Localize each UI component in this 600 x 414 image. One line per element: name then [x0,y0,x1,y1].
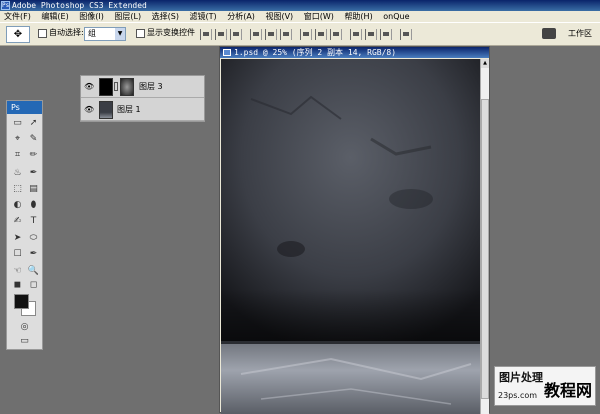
title-bar: Ps Adobe Photoshop CS3 Extended [0,0,600,11]
layer-name: 图层 3 [139,82,163,91]
layer-mask-thumbnail [120,78,134,96]
app-icon: Ps [1,1,10,10]
distribute-hcenter-icon[interactable] [365,29,377,40]
menu-image[interactable]: 图像(I) [75,11,108,22]
eyedropper-tool-icon[interactable]: 🔍 [26,265,41,278]
distribute-vcenter-icon[interactable] [315,29,327,40]
quick-mask-icon[interactable]: ◎ [17,321,32,334]
move-tool-icon[interactable]: ➚ [26,117,41,130]
watermark-logo: 图片处理 教程网 23ps.com [494,366,596,406]
show-transform-label: 显示变换控件 [147,28,195,37]
align-vcenter-icon[interactable] [215,29,227,40]
auto-align-icon[interactable] [400,29,412,40]
watermark-title: 图片处理 [499,371,543,384]
layer-thumbnail [99,78,113,96]
menu-analysis[interactable]: 分析(A) [223,11,259,22]
crop-tool-icon[interactable]: ⌗ [10,149,25,162]
menu-file[interactable]: 文件(F) [0,11,35,22]
slice-tool-icon[interactable]: ✏ [26,149,41,162]
watermark-big: 教程网 [544,381,593,400]
align-hcenter-icon[interactable] [265,29,277,40]
auto-select-label: 自动选择: [49,28,84,37]
distribute-right-icon[interactable] [380,29,392,40]
lasso-tool-icon[interactable]: ⌖ [10,133,25,146]
link-icon [114,82,118,91]
eye-icon[interactable]: 👁 [84,82,94,91]
brush-tool-icon[interactable]: ✒ [26,167,41,180]
eye-icon[interactable]: 👁 [84,105,94,114]
magic-wand-tool-icon[interactable]: ✎ [26,133,41,146]
layer-row[interactable]: 👁 图层 3 [81,76,204,98]
distribute-top-icon[interactable] [300,29,312,40]
menu-view[interactable]: 视图(V) [261,11,297,22]
auto-select-dropdown[interactable]: 组 ▼ [84,27,126,41]
options-bar: ✥ 自动选择: 组 ▼ 显示变换控件 工作区 [0,22,600,46]
hand-tool-icon[interactable]: ◼ [10,279,25,292]
document-canvas[interactable] [221,59,480,414]
notes-tool-icon[interactable]: ☜ [10,265,25,278]
document-title-bar[interactable]: 1.psd @ 25% (序列 2 副本 14, RGB/8) [220,47,489,58]
workspace-button[interactable]: 工作区 [568,28,592,39]
chevron-down-icon: ▼ [115,28,125,40]
show-transform-checkbox[interactable] [136,29,145,38]
layer-row[interactable]: 👁 图层 1 [81,99,204,121]
healing-brush-tool-icon[interactable]: ♨ [10,167,25,180]
distribute-left-icon[interactable] [350,29,362,40]
marquee-tool-icon[interactable]: ▭ [10,117,25,130]
menu-layer[interactable]: 图层(L) [110,11,145,22]
document-window: 1.psd @ 25% (序列 2 副本 14, RGB/8) ▲ [219,46,490,414]
align-right-icon[interactable] [280,29,292,40]
workspace-icon[interactable] [542,28,556,39]
foreground-color-swatch[interactable] [14,294,29,309]
menu-filter[interactable]: 滤镜(T) [186,11,221,22]
watermark-url: 23ps.com [498,391,538,400]
menu-select[interactable]: 选择(S) [148,11,183,22]
blur-tool-icon[interactable]: ✍ [10,215,25,228]
menu-edit[interactable]: 编辑(E) [37,11,72,22]
scroll-up-icon[interactable]: ▲ [481,59,489,68]
menu-bar: 文件(F) 编辑(E) 图像(I) 图层(L) 选择(S) 滤镜(T) 分析(A… [0,11,600,22]
align-top-icon[interactable] [200,29,212,40]
align-bottom-icon[interactable] [230,29,242,40]
path-select-tool-icon[interactable]: ☐ [10,248,25,261]
history-brush-tool-icon[interactable]: ▤ [26,183,41,196]
vertical-scrollbar[interactable]: ▲ [480,59,489,414]
pen-tool-icon[interactable]: ➤ [10,232,25,245]
auto-select-value: 组 [88,29,96,38]
shape-tool-icon[interactable]: ✒ [26,248,41,261]
menu-extra[interactable]: onQue [379,11,413,22]
layers-panel: 👁 图层 3 👁 图层 1 [80,75,205,122]
auto-select-checkbox[interactable] [38,29,47,38]
scroll-thumb[interactable] [481,99,489,399]
document-icon [223,49,231,56]
align-left-icon[interactable] [250,29,262,40]
screen-mode-icon[interactable]: ▭ [17,335,32,348]
type-tool-icon[interactable]: ⬭ [26,232,41,245]
canvas-image [221,59,480,414]
menu-help[interactable]: 帮助(H) [340,11,376,22]
move-tool-preset[interactable]: ✥ [6,26,30,43]
gradient-tool-icon[interactable]: ⬮ [26,199,41,212]
dodge-tool-icon[interactable]: T [26,215,41,228]
distribute-bottom-icon[interactable] [330,29,342,40]
toolbox-header: Ps [7,101,42,114]
toolbox: Ps ▭ ➚ ⌖ ✎ ⌗ ✏ ♨ ✒ ⬚ ▤ ◐ ⬮ ✍ T ➤ ⬭ ☐ ✒ ☜… [6,100,43,350]
document-title: 1.psd @ 25% (序列 2 副本 14, RGB/8) [234,48,397,57]
app-title: Adobe Photoshop CS3 Extended [12,1,147,10]
layer-name: 图层 1 [117,105,141,114]
zoom-tool-icon[interactable]: ◻ [26,279,41,292]
layer-thumbnail [99,101,113,119]
menu-window[interactable]: 窗口(W) [300,11,338,22]
clone-stamp-tool-icon[interactable]: ⬚ [10,183,25,196]
eraser-tool-icon[interactable]: ◐ [10,199,25,212]
